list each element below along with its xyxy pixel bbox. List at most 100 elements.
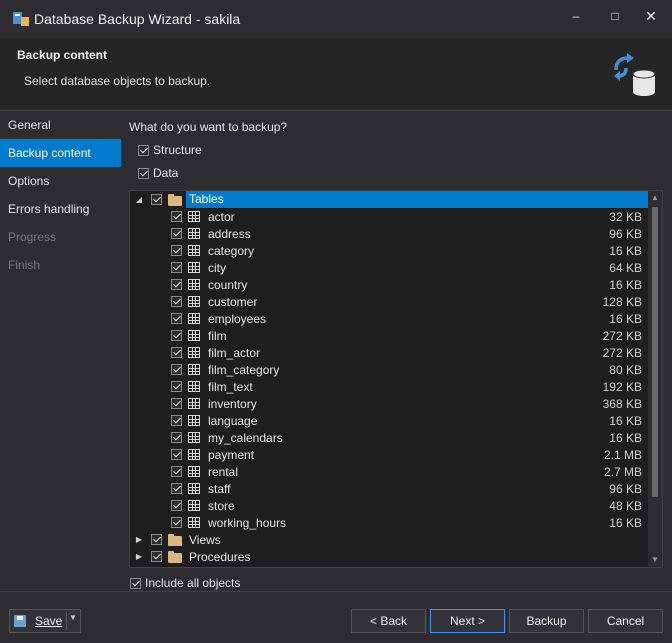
table-size: 16 KB (609, 244, 642, 258)
table-checkbox[interactable] (171, 330, 182, 341)
tables-checkbox[interactable] (151, 194, 162, 205)
close-button[interactable]: ✕ (637, 6, 665, 26)
table-checkbox[interactable] (171, 500, 182, 511)
table-row[interactable]: employees 16 KB (130, 310, 648, 327)
tables-label: Tables (186, 191, 648, 208)
table-row[interactable]: actor 32 KB (130, 208, 648, 225)
table-checkbox[interactable] (171, 211, 182, 222)
back-button[interactable]: < Back (351, 609, 426, 633)
structure-checkbox[interactable] (138, 144, 149, 156)
include-all-option[interactable]: Include all objects (130, 576, 240, 590)
table-name: actor (208, 210, 235, 224)
minimize-button[interactable]: – (562, 6, 590, 26)
cancel-button[interactable]: Cancel (588, 609, 663, 633)
table-size: 16 KB (609, 414, 642, 428)
chevron-down-icon[interactable]: ▼ (69, 613, 77, 622)
table-grid-icon (188, 245, 200, 256)
table-checkbox[interactable] (171, 262, 182, 273)
table-checkbox[interactable] (171, 398, 182, 409)
table-checkbox[interactable] (171, 415, 182, 426)
table-checkbox[interactable] (171, 466, 182, 477)
table-grid-icon (188, 296, 200, 307)
collapse-arrow-icon[interactable]: ◢ (134, 195, 144, 205)
table-size: 128 KB (602, 295, 642, 309)
table-row[interactable]: film_actor 272 KB (130, 344, 648, 361)
table-checkbox[interactable] (171, 296, 182, 307)
data-option[interactable]: Data (138, 166, 178, 180)
table-size: 16 KB (609, 431, 642, 445)
expand-arrow-icon[interactable]: ▶ (134, 552, 144, 562)
table-checkbox[interactable] (171, 449, 182, 460)
table-row[interactable]: customer 128 KB (130, 293, 648, 310)
table-checkbox[interactable] (171, 381, 182, 392)
table-row[interactable]: rental 2.7 MB (130, 463, 648, 480)
table-checkbox[interactable] (171, 432, 182, 443)
procedures-checkbox[interactable] (151, 551, 162, 562)
table-size: 368 KB (602, 397, 642, 411)
save-split-button[interactable]: Save ▼ (9, 609, 81, 633)
table-checkbox[interactable] (171, 228, 182, 239)
table-size: 96 KB (609, 227, 642, 241)
sidebar-item-options[interactable]: Options (0, 167, 121, 195)
sidebar-item-errors-handling[interactable]: Errors handling (0, 195, 121, 223)
data-checkbox[interactable] (138, 167, 149, 179)
table-name: rental (208, 465, 239, 479)
table-size: 96 KB (609, 482, 642, 496)
backup-button[interactable]: Backup (509, 609, 584, 633)
table-name: film_category (208, 363, 280, 377)
wizard-sidebar: General Backup content Options Errors ha… (0, 111, 121, 591)
table-checkbox[interactable] (171, 279, 182, 290)
tree-node-tables[interactable]: ◢ Tables (130, 191, 648, 208)
table-row[interactable]: payment 2.1 MB (130, 446, 648, 463)
table-row[interactable]: address 96 KB (130, 225, 648, 242)
table-row[interactable]: film_category 80 KB (130, 361, 648, 378)
table-row[interactable]: film_text 192 KB (130, 378, 648, 395)
tree-scrollbar[interactable]: ▲ ▼ (648, 191, 662, 567)
expand-arrow-icon[interactable]: ▶ (134, 535, 144, 545)
save-button-label[interactable]: Save (35, 614, 62, 628)
table-row[interactable]: working_hours 16 KB (130, 514, 648, 531)
table-row[interactable]: country 16 KB (130, 276, 648, 293)
table-row[interactable]: staff 96 KB (130, 480, 648, 497)
sidebar-item-general[interactable]: General (0, 111, 121, 139)
table-checkbox[interactable] (171, 245, 182, 256)
structure-option[interactable]: Structure (138, 143, 202, 157)
sidebar-item-backup-content[interactable]: Backup content (0, 139, 121, 167)
table-size: 192 KB (602, 380, 642, 394)
table-row[interactable]: language 16 KB (130, 412, 648, 429)
table-size: 64 KB (609, 261, 642, 275)
table-row[interactable]: city 64 KB (130, 259, 648, 276)
table-grid-icon (188, 449, 200, 460)
table-size: 2.1 MB (603, 448, 642, 462)
table-checkbox[interactable] (171, 347, 182, 358)
table-grid-icon (188, 500, 200, 511)
scroll-down-arrow-icon[interactable]: ▼ (648, 553, 662, 567)
table-row[interactable]: inventory 368 KB (130, 395, 648, 412)
folder-icon (168, 551, 182, 563)
table-row[interactable]: store 48 KB (130, 497, 648, 514)
table-name: payment (208, 448, 255, 462)
table-size: 16 KB (609, 278, 642, 292)
split-divider (66, 612, 67, 630)
table-checkbox[interactable] (171, 483, 182, 494)
table-row[interactable]: category 16 KB (130, 242, 648, 259)
views-checkbox[interactable] (151, 534, 162, 545)
scroll-thumb[interactable] (652, 207, 658, 497)
table-row[interactable]: film 272 KB (130, 327, 648, 344)
procedures-label: Procedures (189, 550, 251, 564)
table-checkbox[interactable] (171, 364, 182, 375)
scroll-up-arrow-icon[interactable]: ▲ (648, 191, 662, 205)
include-all-checkbox[interactable] (130, 577, 141, 589)
maximize-button[interactable]: □ (601, 6, 629, 26)
table-name: staff (208, 482, 231, 496)
table-checkbox[interactable] (171, 313, 182, 324)
table-grid-icon (188, 432, 200, 443)
tree-node-views[interactable]: ▶ Views (130, 531, 648, 548)
table-grid-icon (188, 483, 200, 494)
table-checkbox[interactable] (171, 517, 182, 528)
next-button[interactable]: Next > (430, 609, 505, 633)
objects-tree[interactable]: ◢ Tables actor 32 KB address 96 KB category 1… (129, 190, 663, 568)
table-name: working_hours (208, 516, 287, 530)
table-row[interactable]: my_calendars 16 KB (130, 429, 648, 446)
tree-node-procedures[interactable]: ▶ Procedures (130, 548, 648, 565)
